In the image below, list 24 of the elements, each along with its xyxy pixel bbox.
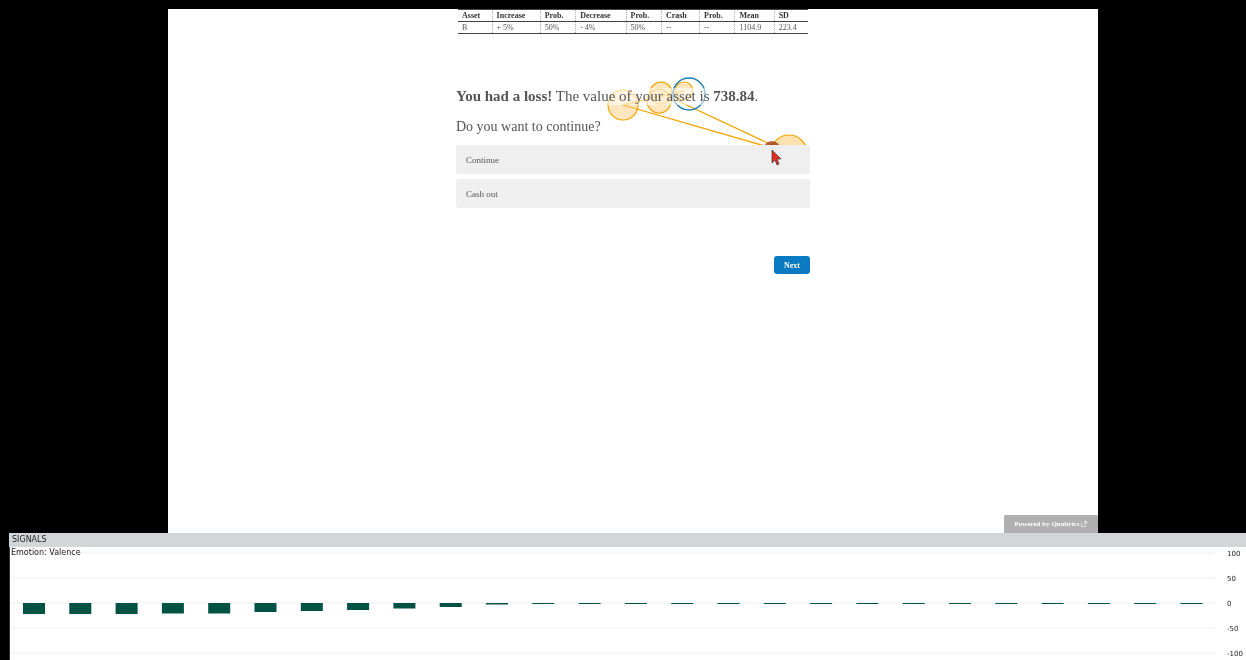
column-header: Increase — [492, 9, 541, 22]
column-header: Decrease — [575, 9, 626, 22]
table-cell: 223.4 — [774, 21, 808, 34]
table-cell: -- — [699, 21, 735, 34]
column-header: Crash — [661, 9, 700, 22]
next-button[interactable]: Next — [774, 256, 810, 274]
table-cell: - 4% — [575, 21, 626, 34]
table-cell: -- — [661, 21, 700, 34]
column-header: SD — [774, 9, 808, 22]
answer-option[interactable]: Cash out — [456, 179, 810, 208]
column-header: Asset — [458, 9, 493, 22]
question-text: Do you want to continue? — [456, 119, 602, 135]
column-header: Prob. — [540, 9, 576, 22]
table-cell: 50% — [540, 21, 576, 34]
column-header: Prob. — [626, 9, 662, 22]
column-header: Mean — [734, 9, 775, 22]
table-cell: B — [458, 21, 493, 34]
answer-option[interactable]: Continue — [456, 145, 810, 174]
column-header: Prob. — [699, 9, 735, 22]
table-cell: + 5% — [492, 21, 541, 34]
series-label: Emotion: Valence — [11, 548, 81, 557]
table-cell: 50% — [626, 21, 662, 34]
table-cell: 1104.9 — [734, 21, 775, 34]
panel-title: SIGNALS — [9, 533, 1246, 547]
